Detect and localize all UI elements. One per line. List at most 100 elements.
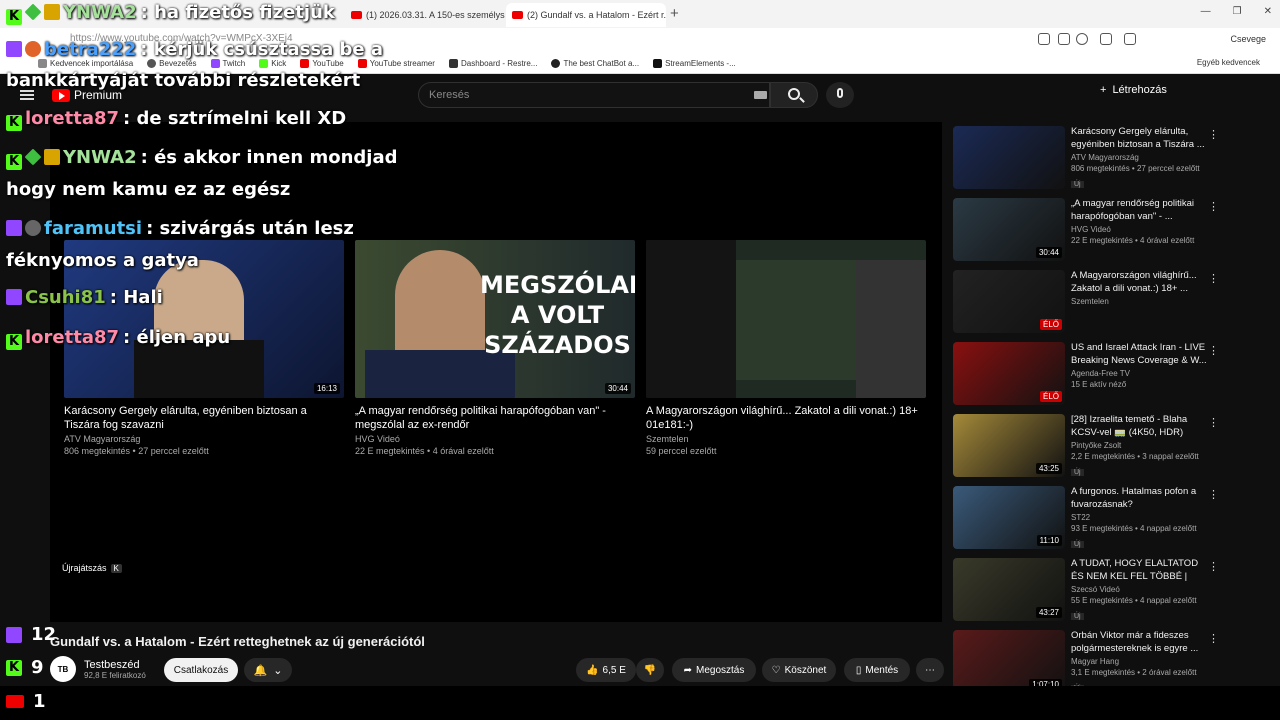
keyboard-icon[interactable] [754,91,767,99]
profile-label[interactable]: Csevege [1230,34,1266,44]
youtube-favicon-icon [351,11,362,19]
bookmark-item[interactable]: Twitch [210,59,245,68]
bookmark-item[interactable]: YouTube [300,59,344,68]
more-vert-icon[interactable]: ⋮ [1208,560,1219,573]
more-vert-icon[interactable]: ⋮ [1208,128,1219,141]
chatbot-icon [551,59,561,68]
more-vert-icon[interactable]: ⋮ [1208,632,1219,645]
twitch-badge-icon [6,289,22,305]
endcard-title[interactable]: A Magyarországon világhírű... Zakatol a … [646,404,926,432]
tab-1[interactable]: (1) 2026.03.31. A 150-es személysz... [345,3,505,27]
plus-icon: + [1100,84,1107,96]
recommendation-item[interactable]: 11:10 A furgonos. Hatalmas pofon a fuvaro… [953,486,1263,558]
bookmark-item[interactable]: Kick [259,59,286,68]
recommendation-meta: 3,1 E megtekintés • 2 órával ezelőtt [1071,668,1197,677]
voice-search-button[interactable] [826,82,854,108]
chat-message: Kloretta87: éljen apu [6,327,230,350]
channel-name[interactable]: Testbeszéd [84,659,146,671]
favorites-icon[interactable] [1124,33,1136,45]
endcard-meta: 59 perccel ezelőtt [646,446,717,456]
chat-text: : de sztrímelni kell XD [123,108,347,129]
maximize-icon[interactable]: ❐ [1233,6,1242,17]
green-badge-icon [24,3,42,21]
thumbnail-overlay-text: MEGSZÓLAL A VOLT SZÁZADOS [480,271,635,359]
more-vert-icon[interactable]: ⋮ [1208,416,1219,429]
video-thumbnail: 30:44 [953,198,1065,261]
translate-icon[interactable] [1038,33,1050,45]
more-vert-icon[interactable]: ⋮ [1208,488,1219,501]
minimize-icon[interactable]: — [1201,6,1211,17]
video-thumbnail: 43:25 [953,414,1065,477]
more-actions-button[interactable]: ⋯ [916,658,944,682]
endcard-title[interactable]: Karácsony Gergely elárulta, egyéniben bi… [64,404,344,432]
extensions-icon[interactable] [1100,33,1112,45]
other-bookmarks[interactable]: Egyéb kedvencek [1197,58,1260,67]
new-badge: Új [1071,541,1084,548]
youtube-icon [300,59,310,68]
video-thumbnail [646,240,926,398]
more-vert-icon[interactable]: ⋮ [1208,272,1219,285]
endcard-video[interactable]: A Magyarországon világhírű... Zakatol a … [646,240,926,456]
bookmark-item[interactable]: The best ChatBot a... [551,59,639,68]
kick-icon: K [6,659,22,676]
recommendation-meta: 15 E aktív néző [1071,380,1127,389]
search-button[interactable] [770,82,818,108]
recommendation-item[interactable]: 43:27 A TUDAT, HOGY ELALTATOD ÉS NEM KEL … [953,558,1263,630]
globe-icon [147,59,157,68]
recommendation-item[interactable]: 43:25 [28] Izraelita temető - Blaha KCSV-… [953,414,1263,486]
kick-badge-icon: K [6,334,22,350]
youtube-favicon-icon [512,11,523,19]
join-button[interactable]: Csatlakozás [164,658,238,682]
endcard-title[interactable]: „A magyar rendőrség politikai harapófogó… [355,404,635,432]
orange-badge-icon [25,41,41,57]
close-window-icon[interactable]: ✕ [1264,6,1272,17]
share-button[interactable]: ➦ Megosztás [672,658,756,682]
recommendation-channel: HVG Videó [1071,225,1111,234]
star-icon[interactable] [1076,33,1088,45]
bookmark-item[interactable]: StreamElements -... [653,59,736,68]
recommendation-item[interactable]: 30:44 „A magyar rendőrség politikai harap… [953,198,1263,270]
chat-username: YNWA2 [63,2,137,23]
search-input[interactable]: Keresés [418,82,770,108]
thanks-button[interactable]: ♡ Köszönet [762,658,836,682]
recommendation-item[interactable]: Karácsony Gergely elárulta, egyéniben bi… [953,126,1263,198]
recommendation-channel: ST22 [1071,513,1091,522]
menu-icon[interactable] [20,90,34,100]
chat-message: betra222: kérjük csúsztassa be a [6,39,383,60]
like-button[interactable]: 👍 6,5 E [576,658,636,682]
tab-2[interactable]: (2) Gundalf vs. a Hatalom - Ezért r... ✕ [506,3,666,27]
recommendation-item[interactable]: ÉLŐ A Magyarországon világhírű... Zakatol… [953,270,1263,342]
recommendation-title[interactable]: US and Israel Attack Iran - LIVE Breakin… [1071,342,1211,367]
video-thumbnail: 43:27 [953,558,1065,621]
endcard-video[interactable]: MEGSZÓLAL A VOLT SZÁZADOS 30:44 „A magya… [355,240,635,456]
more-vert-icon[interactable]: ⋮ [1208,200,1219,213]
bookmark-item[interactable]: Dashboard - Restre... [448,59,537,68]
recommendation-title[interactable]: A furgonos. Hatalmas pofon a fuvarozásna… [1071,486,1211,511]
recommendation-title[interactable]: Orbán Viktor már a fideszes polgármester… [1071,630,1211,655]
zoom-icon[interactable] [1058,33,1070,45]
create-button[interactable]: + Létrehozás [1100,84,1167,96]
avatar[interactable]: TB [50,656,76,682]
endcard-channel: Szemtelen [646,434,689,444]
replay-hint[interactable]: Újrajátszás K [62,563,122,573]
new-tab-icon[interactable]: + [670,5,679,22]
bookmark-item[interactable]: YouTube streamer [357,59,435,68]
bookmark-item[interactable]: Bevezetés [147,59,197,68]
thumbs-up-icon: 👍 [586,664,599,676]
recommendation-title[interactable]: „A magyar rendőrség politikai harapófogó… [1071,198,1211,223]
recommendation-title[interactable]: A TUDAT, HOGY ELALTATOD ÉS NEM KEL FEL T… [1071,558,1211,583]
more-vert-icon[interactable]: ⋮ [1208,344,1219,357]
dislike-button[interactable]: 👎 [636,658,664,682]
recommendation-title[interactable]: Karácsony Gergely elárulta, egyéniben bi… [1071,126,1211,151]
heart-dollar-icon: ♡ [771,664,781,676]
notification-button[interactable]: 🔔 ⌄ [244,658,292,682]
save-button[interactable]: ▯ Mentés [844,658,910,682]
recommendation-title[interactable]: [28] Izraelita temető - Blaha KCSV-vel 🚃… [1071,414,1211,439]
recommendation-title[interactable]: A Magyarországon világhírű... Zakatol a … [1071,270,1211,295]
recommendation-item[interactable]: ÉLŐ US and Israel Attack Iran - LIVE Brea… [953,342,1263,414]
bookmark-item[interactable]: Kedvencek importálása [38,59,133,68]
new-badge: Új [1071,613,1084,620]
recommendation-meta: 2,2 E megtekintés • 3 nappal ezelőtt [1071,452,1199,461]
streamelements-icon [653,59,663,68]
chat-username: Csuhi81 [25,287,106,308]
